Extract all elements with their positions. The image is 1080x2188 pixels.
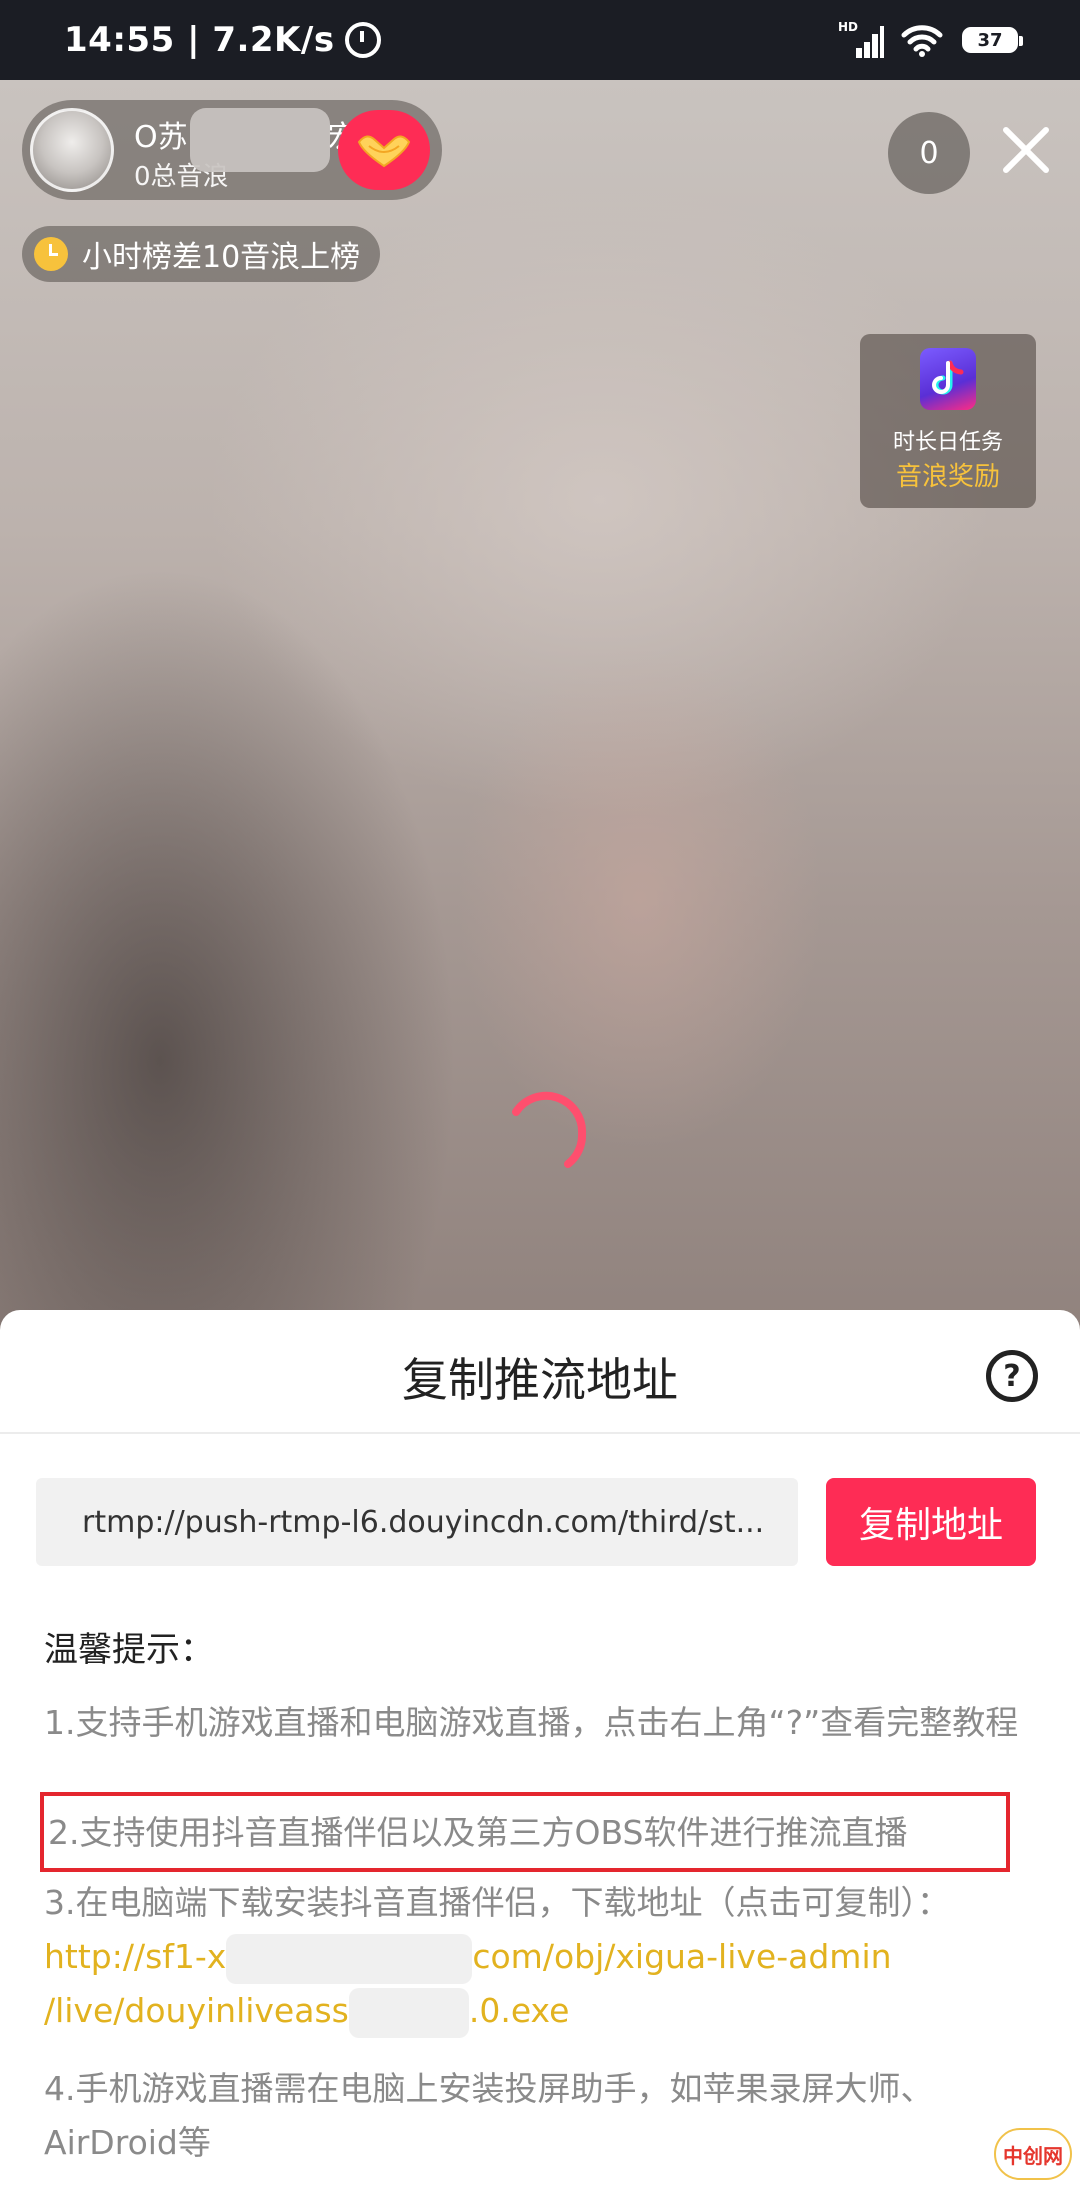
host-info[interactable]: O苏宏 0总音浪	[22, 100, 442, 200]
status-speed: 7.2K/s	[212, 20, 335, 60]
status-time: 14:55	[64, 20, 175, 60]
wifi-icon	[901, 25, 943, 57]
viewer-count[interactable]: 0	[888, 112, 970, 194]
copy-url-button[interactable]: 复制地址	[826, 1478, 1036, 1566]
redaction-blur	[348, 1987, 469, 2038]
task-title: 时长日任务	[892, 430, 1003, 455]
redaction-blur	[226, 1933, 473, 1984]
tip-4: 4.手机游戏直播需在电脑上安装投屏助手，如苹果录屏大师、AirDroid等	[44, 2069, 934, 2162]
follow-heart-icon	[357, 135, 411, 168]
help-icon[interactable]: ?	[986, 1350, 1038, 1402]
signal-icon: HD	[838, 20, 884, 58]
sheet-divider	[0, 1432, 1080, 1434]
push-url-field[interactable]: rtmp://push-rtmp-l6.douyincdn.com/third/…	[36, 1478, 798, 1566]
alarm-icon	[344, 22, 381, 58]
push-url-sheet: 复制推流地址 ? rtmp://push-rtmp-l6.douyincdn.c…	[0, 1310, 1080, 2188]
tips-heading: 温馨提示：	[44, 1630, 214, 1670]
battery-level: 37	[977, 29, 1003, 51]
loading-spinner	[512, 1091, 587, 1168]
status-right: HD 37	[838, 0, 1023, 80]
battery-icon: 37	[962, 27, 1023, 53]
follow-button[interactable]	[338, 110, 430, 190]
clock-icon	[34, 237, 68, 271]
tip-3[interactable]: 3.在电脑端下载安装抖音直播伴侣，下载地址（点击可复制）： http://sf1…	[44, 1876, 1030, 2038]
daily-task-card[interactable]: 时长日任务 音浪奖励	[860, 334, 1036, 508]
network-type-label: HD	[838, 20, 859, 34]
download-link[interactable]: http://sf1-x com/obj/xigua-live-admin/liv…	[44, 1933, 892, 2038]
status-bar: 14:55 | 7.2K/s HD 37	[0, 0, 1080, 80]
task-reward: 音浪奖励	[895, 462, 1000, 492]
push-url-value: rtmp://push-rtmp-l6.douyincdn.com/third/…	[82, 1504, 765, 1540]
host-avatar[interactable]	[30, 108, 114, 192]
watermark-logo: 中创网	[994, 2128, 1072, 2180]
tip-1: 1.支持手机游戏直播和电脑游戏直播，点击右上角“?”查看完整教程	[44, 1703, 1019, 1742]
rank-hint-text: 小时榜差10音浪上榜	[82, 240, 361, 275]
close-icon[interactable]	[998, 122, 1054, 178]
tip-2-highlighted: 2.支持使用抖音直播伴侣以及第三方OBS软件进行推流直播	[40, 1792, 1010, 1872]
douyin-task-icon	[920, 348, 976, 410]
redaction-blur	[190, 108, 330, 172]
sheet-title: 复制推流地址	[402, 1353, 678, 1407]
status-left: 14:55 | 7.2K/s	[64, 0, 381, 80]
hourly-rank-hint[interactable]: 小时榜差10音浪上榜	[22, 226, 381, 282]
